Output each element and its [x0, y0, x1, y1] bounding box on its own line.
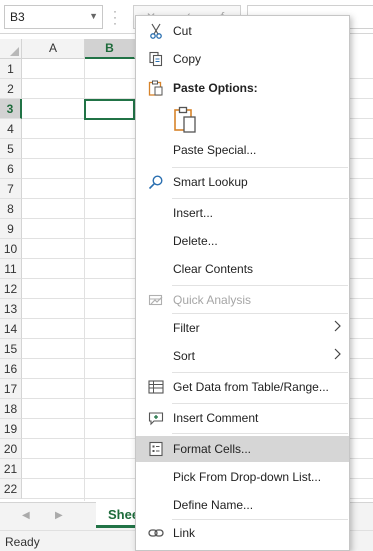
menu-separator — [172, 167, 348, 168]
quick-analysis-icon — [148, 294, 163, 306]
menu-item-clear-contents[interactable]: Clear Contents — [136, 256, 349, 282]
menu-item-paste-options: Paste Options: — [136, 75, 349, 101]
menu-label: Format Cells... — [173, 442, 252, 456]
name-box-value: B3 — [10, 10, 25, 24]
menu-label: Paste Options: — [173, 81, 258, 95]
row-header[interactable]: 15 — [0, 339, 22, 359]
column-header-a[interactable]: A — [22, 39, 85, 59]
search-icon — [148, 175, 163, 190]
link-icon — [148, 529, 164, 537]
menu-item-quick-analysis: Quick Analysis — [136, 287, 349, 313]
menu-label: Insert... — [173, 206, 214, 220]
format-cells-icon — [149, 441, 163, 457]
table-icon — [148, 380, 164, 394]
row-header[interactable]: 10 — [0, 239, 22, 259]
row-header[interactable]: 1 — [0, 59, 22, 79]
clipboard-icon — [148, 80, 163, 96]
context-menu: Cut Copy Paste Options: Paste Special... — [135, 15, 350, 551]
menu-item-sort[interactable]: Sort — [136, 343, 349, 369]
row-header[interactable]: 20 — [0, 439, 22, 459]
scroll-left-icon[interactable]: ◀ — [22, 510, 30, 521]
menu-label: Quick Analysis — [173, 293, 252, 307]
menu-label: Filter — [173, 321, 200, 335]
menu-item-copy[interactable]: Copy — [136, 46, 349, 72]
row-header[interactable]: 18 — [0, 399, 22, 419]
menu-item-pick-from-list[interactable]: Pick From Drop-down List... — [136, 464, 349, 490]
menu-label: Delete... — [173, 234, 218, 248]
select-all-button[interactable] — [0, 39, 22, 59]
row-header[interactable]: 9 — [0, 219, 22, 239]
menu-label: Insert Comment — [173, 411, 259, 425]
row-header[interactable]: 13 — [0, 299, 22, 319]
menu-label: Link — [173, 526, 196, 540]
more-options-icon[interactable]: · · · — [113, 5, 117, 29]
row-header[interactable]: 16 — [0, 359, 22, 379]
row-header[interactable]: 11 — [0, 259, 22, 279]
row-header[interactable]: 22 — [0, 479, 22, 499]
row-header[interactable]: 12 — [0, 279, 22, 299]
name-box[interactable]: B3 ▼ — [4, 5, 103, 29]
row-header[interactable]: 5 — [0, 139, 22, 159]
menu-item-filter[interactable]: Filter — [136, 315, 349, 341]
menu-item-delete[interactable]: Delete... — [136, 228, 349, 254]
status-text: Ready — [5, 535, 40, 549]
menu-label: Cut — [173, 24, 192, 38]
row-header[interactable]: 4 — [0, 119, 22, 139]
menu-item-insert-comment[interactable]: Insert Comment — [136, 405, 349, 431]
menu-separator — [172, 285, 348, 286]
copy-icon — [149, 51, 163, 67]
row-header[interactable]: 17 — [0, 379, 22, 399]
row-header-selected[interactable]: 3 — [0, 99, 22, 119]
row-header[interactable]: 8 — [0, 199, 22, 219]
menu-label: Paste Special... — [173, 143, 257, 157]
menu-item-link[interactable]: Link — [136, 520, 349, 546]
menu-item-get-data[interactable]: Get Data from Table/Range... — [136, 374, 349, 400]
menu-item-define-name[interactable]: Define Name... — [136, 492, 349, 518]
row-header[interactable]: 7 — [0, 179, 22, 199]
menu-label: Clear Contents — [173, 262, 254, 276]
row-header[interactable]: 2 — [0, 79, 22, 99]
chevron-right-icon — [334, 348, 341, 360]
menu-separator — [172, 313, 348, 314]
menu-separator — [172, 198, 348, 199]
scissors-icon — [150, 23, 162, 39]
column-header-b[interactable]: B — [85, 39, 135, 59]
menu-label: Sort — [173, 349, 196, 363]
menu-separator — [172, 372, 348, 373]
menu-label: Get Data from Table/Range... — [173, 380, 329, 394]
comment-icon — [148, 412, 164, 426]
scroll-right-icon[interactable]: ▶ — [55, 510, 63, 521]
menu-item-smart-lookup[interactable]: Smart Lookup — [136, 169, 349, 195]
menu-label: Copy — [173, 52, 202, 66]
menu-item-insert[interactable]: Insert... — [136, 200, 349, 226]
row-header[interactable]: 21 — [0, 459, 22, 479]
chevron-down-icon[interactable]: ▼ — [89, 11, 98, 21]
menu-separator — [172, 433, 348, 434]
paste-clipboard-icon[interactable] — [173, 106, 199, 134]
menu-label: Smart Lookup — [173, 175, 248, 189]
menu-label: Define Name... — [173, 498, 254, 512]
row-header[interactable]: 6 — [0, 159, 22, 179]
menu-item-format-cells[interactable]: Format Cells... — [136, 436, 349, 462]
menu-item-paste-special[interactable]: Paste Special... — [136, 137, 349, 163]
row-header[interactable]: 19 — [0, 419, 22, 439]
row-header[interactable]: 14 — [0, 319, 22, 339]
menu-item-cut[interactable]: Cut — [136, 18, 349, 44]
menu-separator — [172, 403, 348, 404]
active-cell-b3[interactable] — [84, 99, 135, 120]
chevron-right-icon — [334, 320, 341, 332]
menu-label: Pick From Drop-down List... — [173, 470, 322, 484]
